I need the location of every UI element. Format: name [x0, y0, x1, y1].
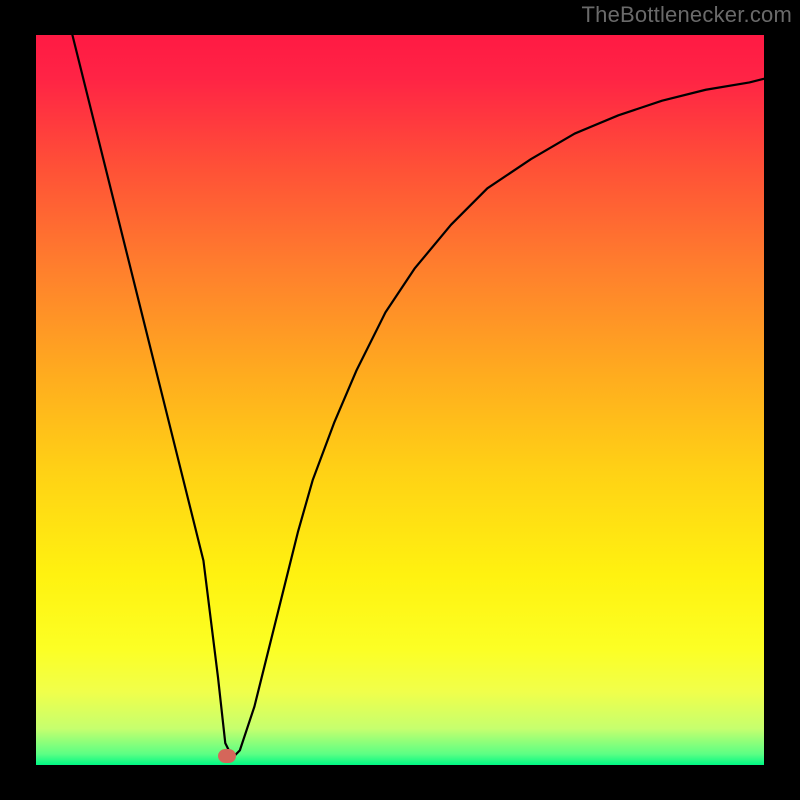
watermark-text: TheBottlenecker.com — [582, 2, 792, 28]
plot-area — [36, 35, 764, 765]
curve-path — [72, 35, 764, 758]
bottleneck-curve-line — [36, 35, 764, 765]
chart-stage: TheBottlenecker.com — [0, 0, 800, 800]
optimal-point-marker — [218, 749, 236, 763]
